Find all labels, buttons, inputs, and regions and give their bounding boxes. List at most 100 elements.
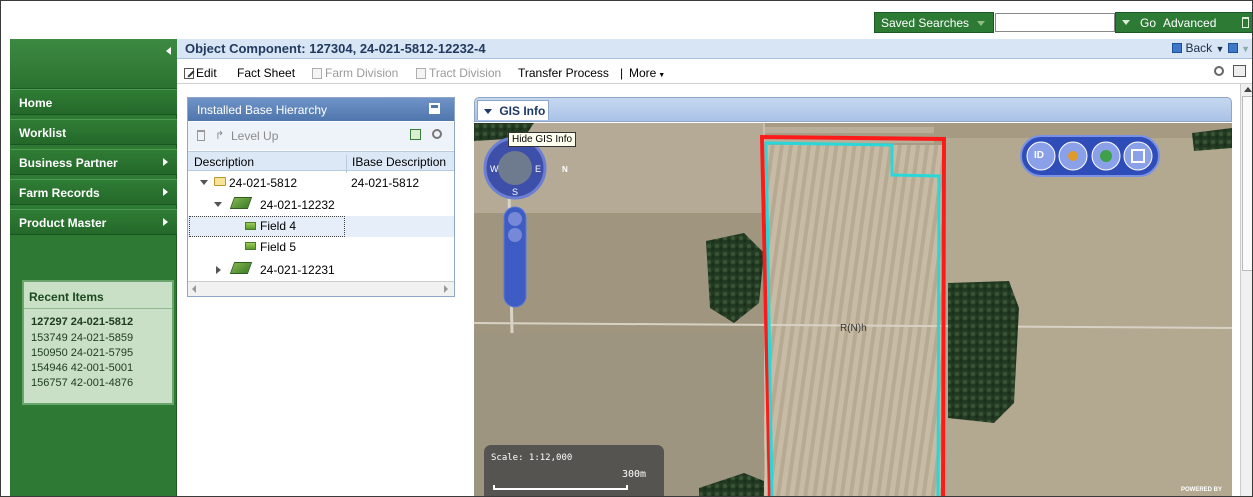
- tree-row-description[interactable]: 24-021-12232: [260, 198, 335, 212]
- recent-item[interactable]: 127297 24-021-5812: [31, 316, 133, 328]
- delete-icon[interactable]: [197, 130, 205, 141]
- search-input[interactable]: [995, 13, 1115, 32]
- edit-label: Edit: [196, 66, 217, 80]
- nav-item-home[interactable]: Home: [10, 89, 177, 115]
- table-settings-icon[interactable]: [432, 129, 442, 139]
- window-icon[interactable]: [1227, 43, 1238, 53]
- tract-division-label: Tract Division: [429, 66, 502, 80]
- locate-pin-icon: [1068, 151, 1078, 161]
- expand-down-icon[interactable]: [214, 202, 222, 207]
- recent-item[interactable]: 156757 42-001-4876: [31, 377, 133, 389]
- tree-row[interactable]: 24-021-12232: [188, 194, 454, 216]
- gis-toggle-tab[interactable]: GIS Info: [477, 100, 549, 120]
- tree-row-selected[interactable]: Field 4: [188, 216, 454, 237]
- tree-row[interactable]: Field 5: [188, 237, 454, 257]
- panel-header: Installed Base Hierarchy: [188, 98, 454, 121]
- scroll-thumb[interactable]: [1242, 96, 1252, 271]
- back-icon: [1172, 43, 1183, 53]
- tree-row[interactable]: 24-021-12231: [188, 259, 454, 281]
- clear-search-icon[interactable]: [1242, 17, 1249, 28]
- transfer-process-button[interactable]: Transfer Process: [518, 66, 609, 80]
- print-icon[interactable]: [1233, 65, 1246, 77]
- collapse-left-icon[interactable]: [166, 47, 171, 55]
- chevron-down-icon[interactable]: ▼: [1241, 44, 1250, 54]
- back-button[interactable]: Back: [1185, 41, 1212, 55]
- scroll-left-icon[interactable]: [192, 285, 196, 293]
- recent-item[interactable]: 153749 24-021-5859: [31, 332, 133, 344]
- panel-title: Installed Base Hierarchy: [197, 103, 328, 117]
- aerial-imagery[interactable]: [474, 123, 1232, 497]
- chevron-right-icon: [163, 158, 168, 166]
- tract-division-button[interactable]: Tract Division: [416, 66, 501, 80]
- gis-title: GIS Info: [499, 104, 546, 118]
- tree-row-description[interactable]: Field 4: [260, 219, 296, 233]
- column-header-description[interactable]: Description: [194, 155, 254, 169]
- scale-ratio: Scale: 1:12,000: [491, 453, 573, 463]
- farm-tract-icon: [229, 197, 253, 209]
- recent-item[interactable]: 154946 42-001-5001: [31, 362, 133, 374]
- farm-tract-icon: [229, 262, 253, 274]
- tree-row-description[interactable]: 24-021-5812: [229, 176, 297, 190]
- installed-base-hierarchy-panel: Installed Base Hierarchy ↱ Level Up Desc…: [187, 97, 455, 297]
- saved-searches-label: Saved Searches: [881, 16, 970, 30]
- tooltip-hide-gis: Hide GIS Info: [508, 132, 577, 147]
- map-navigation-control[interactable]: W E S: [482, 135, 552, 315]
- full-extent-tool-icon[interactable]: [1123, 141, 1153, 171]
- folder-icon: [214, 177, 226, 186]
- gis-panel-header: GIS Info: [474, 97, 1232, 122]
- compass-east[interactable]: E: [535, 164, 541, 174]
- level-up-button[interactable]: Level Up: [231, 129, 278, 143]
- powered-by-label: POWERED BY: [1181, 487, 1223, 493]
- compass-west[interactable]: W: [490, 164, 499, 174]
- vertical-scrollbar[interactable]: [1240, 84, 1252, 496]
- more-menu[interactable]: More ▼: [629, 66, 665, 80]
- identify-tool-label[interactable]: ID: [1034, 150, 1044, 161]
- chevron-down-icon[interactable]: ▼: [1215, 44, 1224, 54]
- maximize-icon[interactable]: [429, 103, 440, 114]
- nav-item-worklist[interactable]: Worklist: [10, 119, 177, 145]
- action-toolbar: Edit Fact Sheet Farm Division Tract Divi…: [177, 60, 1252, 84]
- nav-item-farm-records[interactable]: Farm Records: [10, 179, 177, 205]
- table-header: Description IBase Description: [188, 151, 454, 173]
- zoom-out-icon[interactable]: [508, 228, 522, 242]
- north-label[interactable]: N: [562, 165, 568, 174]
- nav-collapse-bar: [10, 39, 177, 89]
- edit-button[interactable]: Edit: [184, 66, 217, 80]
- recent-items-panel: Recent Items 127297 24-021-5812 153749 2…: [22, 280, 174, 405]
- compass-globe-icon[interactable]: [498, 151, 532, 185]
- gis-map[interactable]: W E S N ID: [474, 123, 1232, 497]
- scroll-right-icon[interactable]: [444, 285, 448, 293]
- saved-searches-dropdown[interactable]: Saved Searches: [874, 12, 994, 33]
- horizontal-scrollbar[interactable]: [188, 281, 454, 296]
- export-excel-icon[interactable]: [410, 129, 421, 140]
- tree-row-description[interactable]: 24-021-12231: [260, 263, 335, 277]
- go-button[interactable]: Go: [1140, 16, 1156, 30]
- zoom-in-icon[interactable]: [508, 212, 522, 226]
- document-icon: [312, 68, 322, 79]
- nav-item-label: Business Partner: [19, 156, 118, 170]
- fact-sheet-button[interactable]: Fact Sheet: [237, 66, 295, 80]
- compass-south[interactable]: S: [512, 187, 518, 197]
- scale-distance: 300m: [622, 469, 647, 480]
- chevron-right-icon: [163, 188, 168, 196]
- recent-item[interactable]: 150950 24-021-5795: [31, 347, 133, 359]
- nav-item-product-master[interactable]: Product Master: [10, 209, 177, 235]
- search-controls: Go Advanced: [1115, 12, 1252, 33]
- nav-item-business-partner[interactable]: Business Partner: [10, 149, 177, 175]
- scale-bar: Scale: 1:12,000 300m: [484, 445, 664, 496]
- tree-row[interactable]: 24-021-5812 24-021-5812: [188, 172, 454, 194]
- expand-down-icon[interactable]: [200, 180, 208, 185]
- back-controls: Back ▼ ▼: [1172, 41, 1250, 55]
- advanced-search-link[interactable]: Advanced: [1163, 16, 1216, 30]
- scroll-up-icon[interactable]: [1244, 87, 1252, 92]
- tree-row-description[interactable]: Field 5: [260, 240, 296, 254]
- recent-items-title: Recent Items: [24, 282, 172, 309]
- expand-right-icon[interactable]: [216, 266, 221, 274]
- search-type-dropdown-icon[interactable]: [1122, 20, 1130, 25]
- toolbar-separator: |: [620, 66, 624, 80]
- nav-item-label: Farm Records: [19, 186, 100, 200]
- personalize-icon[interactable]: [1214, 66, 1224, 76]
- column-header-ibase-description[interactable]: IBase Description: [346, 155, 446, 173]
- chevron-down-icon: [977, 21, 985, 26]
- farm-division-button[interactable]: Farm Division: [312, 66, 398, 80]
